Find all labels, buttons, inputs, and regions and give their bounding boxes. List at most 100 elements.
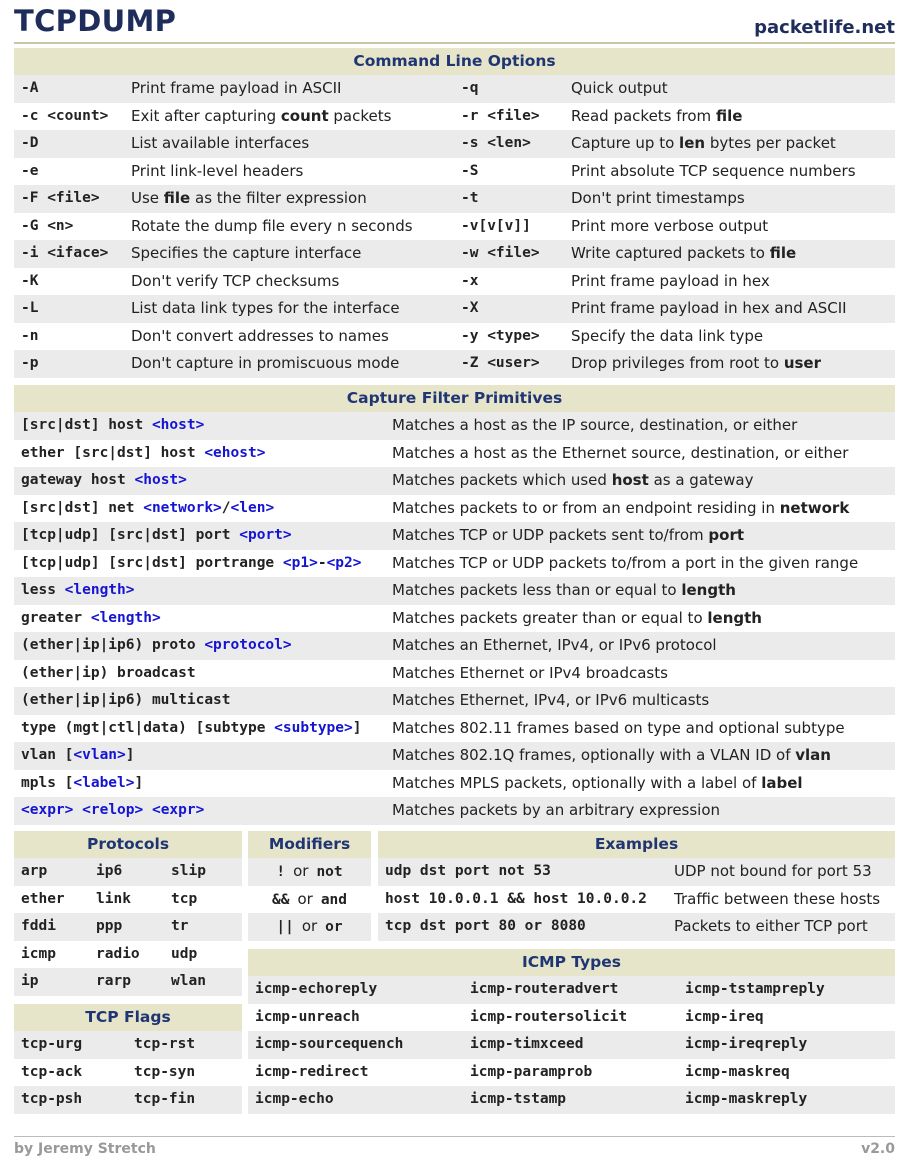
- example-desc: Packets to either TCP port: [674, 917, 868, 935]
- protocol-keyword: ether: [21, 890, 65, 907]
- option-flag: -n: [21, 327, 39, 344]
- text-run: <protocol>: [204, 637, 292, 653]
- icmp-type: icmp-maskreq: [685, 1063, 790, 1080]
- option-row: -F <file> Use file as the filter expressi…: [14, 185, 895, 213]
- tcp-flag: tcp-syn: [134, 1063, 196, 1080]
- text-run: Print more verbose output: [571, 216, 769, 235]
- option-desc: Print frame payload in ASCII: [131, 75, 341, 103]
- option-desc: Drop privileges from root to user: [571, 350, 821, 378]
- tcp-flag-row: tcp-ack tcp-syn: [14, 1059, 242, 1087]
- example-row: udp dst port not 53 UDP not bound for por…: [378, 858, 895, 886]
- primitive-expr: (ether|ip|ip6) multicast: [21, 687, 231, 715]
- text-run: packets: [328, 106, 392, 125]
- text-run: length: [707, 608, 762, 627]
- primitive-desc: Matches MPLS packets, optionally with a …: [392, 770, 803, 798]
- primitive-desc: Matches 802.1Q frames, optionally with a…: [392, 742, 831, 770]
- option-desc: Read packets from file: [571, 103, 742, 131]
- icmp-type: icmp-redirect: [255, 1063, 369, 1080]
- icmp-table: icmp-echoreply icmp-routeradvert icmp-tsta…: [248, 976, 895, 1114]
- modifier-pair: && or and: [248, 886, 371, 914]
- protocol-keyword: udp: [171, 945, 198, 962]
- tcp-flag: tcp-urg: [21, 1036, 83, 1052]
- text-run: vlan [: [21, 747, 74, 763]
- example-row: tcp dst port 80 or 8080 Packets to either…: [378, 913, 895, 941]
- icmp-row: icmp-echoreply icmp-routeradvert icmp-tsta…: [248, 976, 895, 1004]
- icmp-type: icmp-timxceed: [470, 1036, 584, 1052]
- option-flag: -K: [21, 272, 39, 289]
- option-desc: Don't verify TCP checksums: [131, 268, 339, 296]
- icmp-row: icmp-sourcequench icmp-timxceed icmp-ireqr…: [248, 1031, 895, 1059]
- primitive-expr: greater <length>: [21, 605, 161, 633]
- icmp-type: icmp-echoreply: [255, 981, 378, 997]
- example-row: host 10.0.0.1 && host 10.0.0.2 Traffic be…: [378, 886, 895, 914]
- text-run: (ether|ip|ip6) proto: [21, 637, 205, 653]
- text-run: Matches a host as the Ethernet source, d…: [392, 443, 849, 462]
- example-desc: UDP not bound for port 53: [674, 862, 872, 880]
- tcp-flag: tcp-fin: [134, 1091, 196, 1107]
- tcp-flag-row: tcp-psh tcp-fin: [14, 1086, 242, 1114]
- text-run: Read packets from: [571, 106, 716, 125]
- icmp-type: icmp-tstamp: [470, 1091, 567, 1107]
- text-run: <expr>: [151, 802, 205, 818]
- option-flag: -Z <user>: [461, 355, 540, 371]
- option-desc: List available interfaces: [131, 130, 309, 158]
- primitive-desc: Matches a host as the IP source, destina…: [392, 412, 797, 440]
- primitive-row: ether [src|dst] host <ehost> Matches a ho…: [14, 440, 895, 468]
- tcp-flags-table: tcp-urg tcp-rst tcp-ack tcp-syn tcp-psh tcp-f…: [14, 1031, 242, 1114]
- icmp-row: icmp-redirect icmp-paramprob icmp-maskreq: [248, 1059, 895, 1087]
- text-run: Matches 802.1Q frames, optionally with a…: [392, 746, 796, 764]
- icmp-type: icmp-unreach: [255, 1008, 360, 1025]
- text-run: greater: [21, 609, 91, 626]
- primitive-expr: [src|dst] host <host>: [21, 412, 204, 440]
- protocol-row: ip rarp wlan: [14, 968, 242, 996]
- modifier-joiner: or: [301, 917, 318, 935]
- text-run: [143, 802, 152, 818]
- text-run: /: [221, 499, 231, 516]
- text-run: Rotate the dump file every n seconds: [131, 216, 413, 235]
- option-desc: Write captured packets to file: [571, 240, 796, 268]
- primitive-desc: Matches Ethernet or IPv4 broadcasts: [392, 660, 668, 688]
- option-flag: -w <file>: [461, 245, 540, 261]
- text-run: -: [317, 554, 327, 571]
- text-run: Matches 802.11 frames based on type and …: [392, 718, 845, 737]
- modifier-symbol: !: [276, 864, 286, 880]
- primitive-expr: ether [src|dst] host <ehost>: [21, 440, 265, 468]
- option-flag: -G <n>: [21, 217, 74, 234]
- icmp-heading: ICMP Types: [248, 949, 895, 976]
- primitive-desc: Matches packets by an arbitrary expressi…: [392, 797, 720, 825]
- text-run: file: [163, 189, 191, 207]
- option-row: -e Print link-level headers -S Print absolu…: [14, 158, 895, 186]
- option-flag: -v[v[v]]: [461, 217, 531, 234]
- modifier-pair: || or or: [248, 913, 371, 941]
- primitive-row: <expr> <relop> <expr> Matches packets by …: [14, 797, 895, 825]
- option-row: -A Print frame payload in ASCII -q Quick ou…: [14, 75, 895, 103]
- option-row: -L List data link types for the interface…: [14, 295, 895, 323]
- examples-heading: Examples: [378, 831, 895, 858]
- text-run: ]: [125, 747, 135, 763]
- icmp-type: icmp-ireqreply: [685, 1036, 808, 1052]
- text-run: ether [src|dst] host: [21, 444, 205, 461]
- options-table: -A Print frame payload in ASCII -q Quick ou…: [14, 75, 895, 378]
- text-run: Matches packets greater than or equal to: [392, 608, 708, 627]
- text-run: [tcp|udp] [src|dst] port: [21, 527, 240, 543]
- modifier-row: ! or not: [248, 858, 371, 886]
- icmp-section: ICMP Types icmp-echoreply icmp-routeradve…: [248, 949, 895, 1114]
- text-run: label: [761, 773, 803, 792]
- text-run: Quick output: [571, 79, 668, 97]
- version: v2.0: [861, 1141, 895, 1157]
- text-run: Matches packets which used: [392, 471, 612, 489]
- text-run: List available interfaces: [131, 134, 310, 152]
- primitive-expr: less <length>: [21, 577, 135, 605]
- primitive-row: type (mgt|ctl|data) [subtype <subtype>] M…: [14, 715, 895, 743]
- icmp-type: icmp-sourcequench: [255, 1036, 404, 1052]
- modifier-pair: ! or not: [248, 858, 371, 886]
- text-run: Don't print timestamps: [571, 189, 745, 207]
- option-desc: Print absolute TCP sequence numbers: [571, 158, 856, 186]
- example-command: host 10.0.0.1 && host 10.0.0.2: [385, 890, 647, 907]
- option-flag: -S: [461, 162, 479, 179]
- text-run: <p2>: [326, 554, 362, 571]
- modifier-joiner: or: [297, 889, 313, 908]
- text-run: Print absolute TCP sequence numbers: [571, 161, 856, 180]
- protocol-row: ether link tcp: [14, 886, 242, 914]
- protocol-row: fddi ppp tr: [14, 913, 242, 941]
